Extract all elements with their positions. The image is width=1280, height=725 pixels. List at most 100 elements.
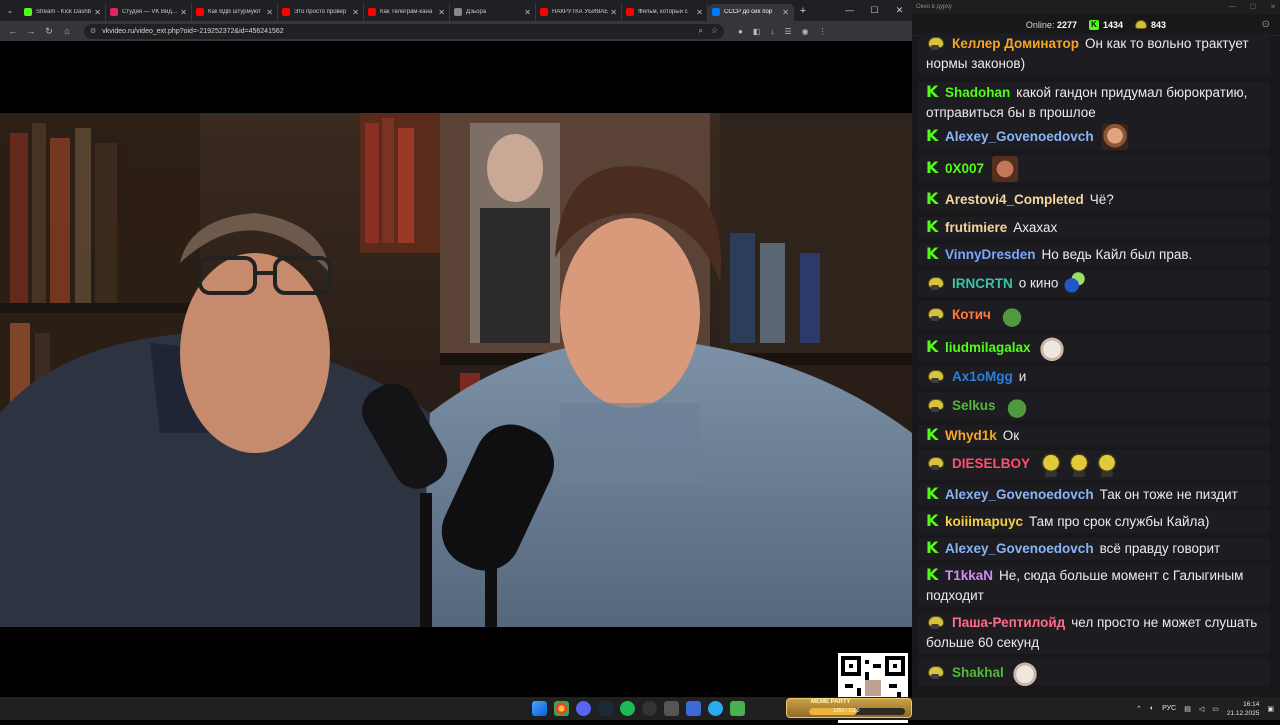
tab-close-icon[interactable]: ✕ bbox=[782, 8, 789, 17]
home-icon[interactable]: ⌂ bbox=[58, 26, 76, 36]
settings-gear-icon[interactable]: ⊙ bbox=[1262, 19, 1270, 30]
close-window-button[interactable]: ✕ bbox=[887, 5, 912, 16]
chat-username[interactable]: Alexey_Govenoedovch bbox=[945, 129, 1094, 144]
bookmark-star-icon[interactable]: ☆ bbox=[711, 26, 718, 36]
browser-tab[interactable]: Как Телеграм-кана ✕ bbox=[364, 3, 450, 21]
chat-username[interactable]: Whyd1k bbox=[945, 428, 997, 443]
twitch-pepe-badge-icon bbox=[926, 665, 946, 679]
browser-tab[interactable]: Stream - Kick Dashb ✕ bbox=[20, 3, 106, 21]
chat-username[interactable]: VinnyDresden bbox=[945, 247, 1036, 262]
maximize-button[interactable]: ☐ bbox=[862, 5, 887, 16]
browser-tab[interactable]: Как ВДВ штурмуют ✕ bbox=[192, 3, 278, 21]
chat-username[interactable]: Alexey_Govenoedovch bbox=[945, 487, 1094, 502]
chat-username[interactable]: Alexey_Govenoedovch bbox=[945, 541, 1094, 556]
tab-close-icon[interactable]: ✕ bbox=[524, 8, 531, 17]
tab-favicon-icon bbox=[626, 8, 634, 16]
browser-tab[interactable]: Дзьора ✕ bbox=[450, 3, 536, 21]
extensions-puzzle-icon[interactable]: ◧ bbox=[753, 27, 761, 36]
video-player[interactable] bbox=[0, 41, 912, 723]
network-icon[interactable]: ▤ bbox=[1184, 705, 1191, 713]
tab-close-icon[interactable]: ✕ bbox=[94, 8, 101, 17]
mic-icon[interactable]: ◐ bbox=[1150, 705, 1154, 712]
chat-username[interactable]: Паша-Рептилойд bbox=[952, 615, 1065, 630]
tab-favicon-icon bbox=[196, 8, 204, 16]
profile-icon[interactable]: ◉ bbox=[802, 27, 809, 36]
chat-username[interactable]: liudmilagalax bbox=[945, 340, 1031, 355]
language-indicator[interactable]: РУС bbox=[1162, 705, 1176, 712]
clock-date: 21.12.2025 bbox=[1226, 709, 1260, 717]
kick-badge-icon bbox=[926, 126, 939, 146]
chat-message: liudmilagalax bbox=[918, 334, 1270, 362]
tab-search-icon[interactable]: ⌄ bbox=[0, 0, 20, 21]
chat-username[interactable]: koiiimapuyc bbox=[945, 514, 1023, 529]
xbox-icon[interactable] bbox=[730, 701, 745, 716]
reload-icon[interactable]: ↻ bbox=[40, 26, 58, 37]
chat-username[interactable]: Келлер Доминатор bbox=[952, 36, 1079, 51]
battery-icon[interactable]: ▭ bbox=[1212, 705, 1219, 713]
site-info-icon[interactable]: ⚙ bbox=[90, 27, 96, 35]
chat-message: Паша-Рептилойд чел просто не может слушат… bbox=[918, 612, 1270, 654]
chat-message: Alexey_Govenoedovch всё правду говорит bbox=[918, 538, 1270, 560]
chat-message: Arestovi4_Completed Чё? bbox=[918, 189, 1270, 211]
obs-icon[interactable] bbox=[642, 701, 657, 716]
reading-list-icon[interactable]: ☰ bbox=[784, 27, 791, 36]
browser-toolbar: ← → ↻ ⌂ ⚙ vkvideo.ru/video_ext.php?oid=-… bbox=[0, 21, 912, 41]
new-tab-button[interactable]: + bbox=[794, 5, 812, 17]
app-icon[interactable] bbox=[664, 701, 679, 716]
chat-username[interactable]: Shadohan bbox=[945, 85, 1010, 100]
tab-close-icon[interactable]: ✕ bbox=[266, 8, 273, 17]
twitch-pepe-badge-icon bbox=[926, 276, 946, 290]
tab-favicon-icon bbox=[110, 8, 118, 16]
volume-icon[interactable]: ◁ bbox=[1199, 705, 1204, 713]
chat-close-button[interactable]: ✕ bbox=[1270, 3, 1276, 11]
chat-username[interactable]: frutimiere bbox=[945, 220, 1007, 235]
chat-username[interactable]: Ax1oMgg bbox=[952, 369, 1013, 384]
chrome-icon[interactable] bbox=[554, 701, 569, 716]
notifications-icon[interactable]: ▣ bbox=[1267, 705, 1274, 713]
tab-close-icon[interactable]: ✕ bbox=[180, 8, 187, 17]
chat-username[interactable]: Arestovi4_Completed bbox=[945, 192, 1084, 207]
discord-icon[interactable] bbox=[576, 701, 591, 716]
chat-username[interactable]: DIESELBOY bbox=[952, 456, 1030, 471]
tab-title: Студия — VK Видео bbox=[122, 9, 179, 15]
menu-icon[interactable]: ⋮ bbox=[819, 27, 827, 36]
kick-badge-icon bbox=[926, 484, 939, 504]
back-icon[interactable]: ← bbox=[4, 26, 22, 36]
browser-tab[interactable]: СССР до сих пор ✕ bbox=[708, 3, 794, 21]
forward-icon[interactable]: → bbox=[22, 26, 40, 36]
system-tray: ⌃ ◐ РУС ▤ ◁ ▭ 16:14 21.12.2025 ▣ bbox=[1136, 697, 1274, 720]
browser-tab[interactable]: Фильм, который с ✕ bbox=[622, 3, 708, 21]
online-stat: Online: 2277 bbox=[1026, 20, 1077, 30]
address-bar[interactable]: ⚙ vkvideo.ru/video_ext.php?oid=-21925237… bbox=[84, 23, 724, 39]
chat-username[interactable]: 0X007 bbox=[945, 161, 984, 176]
extension-icon[interactable]: ● bbox=[738, 27, 743, 36]
twitch-pepe-badge-icon bbox=[926, 398, 946, 412]
download-icon[interactable]: ↓ bbox=[770, 27, 774, 36]
tab-close-icon[interactable]: ✕ bbox=[352, 8, 359, 17]
tray-overflow-icon[interactable]: ⌃ bbox=[1136, 705, 1142, 713]
tab-close-icon[interactable]: ✕ bbox=[696, 8, 703, 17]
minimize-button[interactable]: — bbox=[837, 5, 862, 16]
chat-message: VinnyDresden Но ведь Кайл был прав. bbox=[918, 244, 1270, 266]
tabs: Stream - Kick Dashb ✕ Студия — VK Видео ✕ Ка… bbox=[20, 1, 794, 21]
chat-minimize-button[interactable]: — bbox=[1229, 3, 1236, 11]
browser-tab[interactable]: Студия — VK Видео ✕ bbox=[106, 3, 192, 21]
tab-close-icon[interactable]: ✕ bbox=[438, 8, 445, 17]
spotify-icon[interactable] bbox=[620, 701, 635, 716]
telegram-icon[interactable] bbox=[708, 701, 723, 716]
media-icon[interactable] bbox=[686, 701, 701, 716]
chat-username[interactable]: Selkus bbox=[952, 398, 996, 413]
zoom-icon[interactable]: ⌕ bbox=[698, 26, 702, 36]
chat-username[interactable]: Котич bbox=[952, 307, 991, 322]
meme-party-widget[interactable]: MEME PARTY 1250 / 1500 bbox=[786, 698, 912, 718]
steam-icon[interactable] bbox=[598, 701, 613, 716]
browser-tab[interactable]: Это просто провер ✕ bbox=[278, 3, 364, 21]
chat-maximize-button[interactable]: ☐ bbox=[1250, 3, 1256, 11]
chat-username[interactable]: IRNCRTN bbox=[952, 276, 1013, 291]
tab-close-icon[interactable]: ✕ bbox=[610, 8, 617, 17]
browser-tab[interactable]: НАКРУТКА УБИВАЕ ✕ bbox=[536, 3, 622, 21]
start-icon[interactable] bbox=[532, 701, 547, 716]
chat-username[interactable]: T1kkaN bbox=[945, 568, 993, 583]
clock[interactable]: 16:14 21.12.2025 bbox=[1227, 700, 1260, 718]
chat-username[interactable]: Shakhal bbox=[952, 665, 1004, 680]
